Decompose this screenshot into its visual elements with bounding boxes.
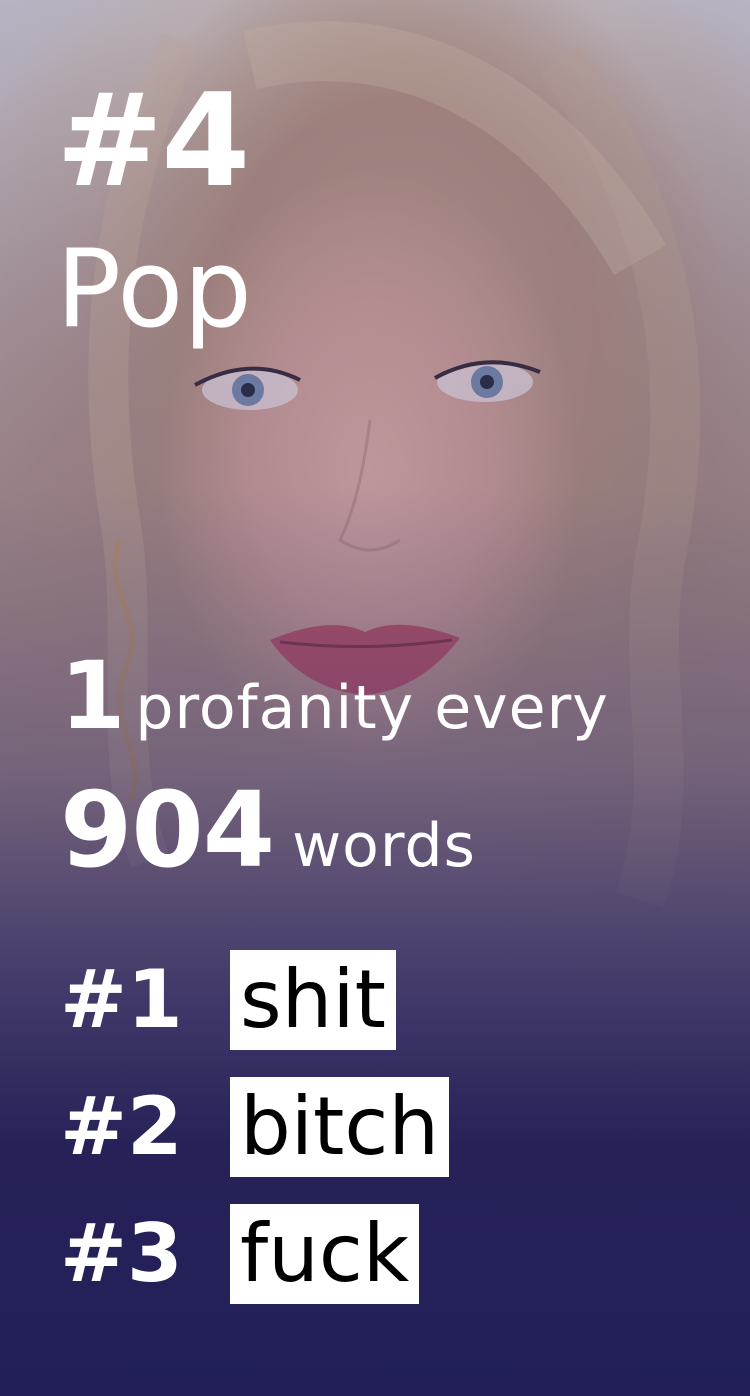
genre-rank: #4 [56, 67, 250, 216]
top-word-chip: bitch [230, 1077, 450, 1177]
words-count-line: 904 words [60, 778, 476, 882]
profanity-count: 1 [60, 642, 126, 751]
profanity-rate-line: 1 profanity every [60, 650, 609, 744]
top-word-chip: fuck [230, 1204, 420, 1304]
top-word-chip: shit [230, 950, 396, 1050]
genre-name: Pop [56, 227, 252, 352]
genre-card: #4 Pop 1 profanity every 904 words #1 shit… [0, 0, 750, 1396]
words-label: words [292, 811, 476, 881]
words-count: 904 [60, 769, 275, 891]
top-word-rank: #2 [60, 1080, 183, 1173]
top-word-rank: #3 [60, 1207, 183, 1300]
profanity-unit-label: profanity every [135, 673, 609, 743]
top-word-rank: #1 [60, 953, 183, 1046]
